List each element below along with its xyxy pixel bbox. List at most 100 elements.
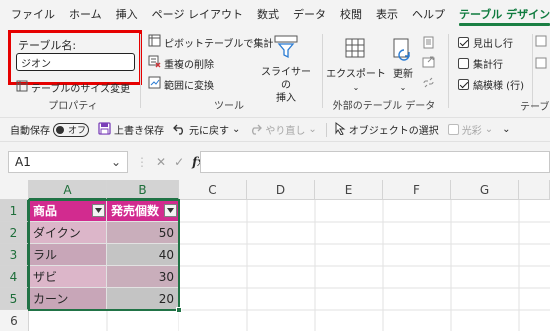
header-row-label: 見出し行 bbox=[473, 39, 513, 50]
tab-table-design[interactable]: テーブル デザイン bbox=[452, 0, 550, 28]
export-chevron-icon: ⌄ bbox=[352, 83, 360, 92]
refresh-label: 更新 bbox=[393, 69, 413, 80]
undo-dropdown-icon[interactable]: ⌄ bbox=[232, 124, 240, 135]
export-button[interactable]: エクスポート ⌄ bbox=[326, 36, 386, 94]
name-box-dropdown-icon[interactable]: ⌄ bbox=[111, 155, 121, 169]
table-cell[interactable]: 40 bbox=[107, 244, 179, 266]
convert-to-range-button[interactable]: 範囲に変換 bbox=[148, 76, 214, 92]
total-row-checkbox[interactable] bbox=[458, 58, 469, 69]
column-header-c[interactable]: C bbox=[179, 180, 247, 200]
table-cell[interactable]: カーン bbox=[29, 288, 107, 310]
redo-dropdown-icon[interactable]: ⌄ bbox=[308, 124, 316, 135]
column-header-h[interactable] bbox=[519, 180, 550, 200]
banded-rows-option[interactable]: 縞模様 (行) bbox=[458, 77, 524, 92]
column-header-g[interactable]: G bbox=[451, 180, 519, 200]
table-cell[interactable]: 20 bbox=[107, 288, 179, 310]
banded-rows-checkbox[interactable] bbox=[458, 79, 469, 90]
tab-file[interactable]: ファイル bbox=[4, 0, 62, 28]
pivot-summary-button[interactable]: ピボットテーブルで集計 bbox=[148, 34, 273, 50]
name-box[interactable]: A1 ⌄ bbox=[8, 151, 128, 173]
tab-data[interactable]: データ bbox=[286, 0, 333, 28]
ribbon-tab-bar: ファイル ホーム 挿入 ページ レイアウト 数式 データ 校閲 表示 ヘルプ テ… bbox=[0, 0, 550, 28]
column-header-a[interactable]: A bbox=[29, 180, 107, 200]
convert-range-label: 範囲に変換 bbox=[164, 80, 214, 92]
row-header-3[interactable]: 3 bbox=[0, 244, 29, 266]
row-header-2[interactable]: 2 bbox=[0, 222, 29, 244]
formula-controls: ⋮ ✕ ✓ fx bbox=[136, 151, 204, 173]
table-cell[interactable]: ラル bbox=[29, 244, 107, 266]
tab-view[interactable]: 表示 bbox=[369, 0, 405, 28]
resize-table-button[interactable]: テーブルのサイズ変更 bbox=[16, 80, 130, 95]
select-all-corner[interactable] bbox=[0, 180, 29, 200]
table-cell[interactable]: ダイクン bbox=[29, 222, 107, 244]
undo-label: 元に戻す bbox=[189, 126, 229, 137]
tab-home[interactable]: ホーム bbox=[62, 0, 109, 28]
insert-slicer-label-line2: 挿入 bbox=[276, 93, 296, 104]
row-header-4[interactable]: 4 bbox=[0, 266, 29, 288]
table-cell[interactable]: 30 bbox=[107, 266, 179, 288]
resize-table-label: テーブルのサイズ変更 bbox=[31, 84, 131, 95]
unlink-icon[interactable] bbox=[422, 76, 438, 96]
tab-page-layout[interactable]: ページ レイアウト bbox=[145, 0, 250, 28]
total-row-option[interactable]: 集計行 bbox=[458, 56, 503, 71]
autosave-toggle[interactable]: オフ bbox=[53, 122, 89, 137]
column-header-e[interactable]: E bbox=[315, 180, 383, 200]
properties-icon[interactable] bbox=[422, 36, 438, 56]
empty-grid-lines bbox=[179, 200, 550, 331]
more-options-icon[interactable] bbox=[534, 34, 548, 77]
filter-dropdown-icon[interactable] bbox=[164, 204, 177, 217]
quick-access-toolbar: 自動保存 オフ 上書き保存 元に戻す ⌄ やり直し ⌄ オブジェクトの選択 光彩… bbox=[0, 118, 550, 142]
tab-insert[interactable]: 挿入 bbox=[109, 0, 145, 28]
row-header-1[interactable]: 1 bbox=[0, 200, 29, 222]
slicer-icon bbox=[273, 34, 299, 64]
pivot-summary-label: ピボットテーブルで集計 bbox=[164, 38, 274, 50]
redo-label: やり直し bbox=[265, 126, 306, 137]
column-header-b[interactable]: B bbox=[107, 180, 179, 200]
save-label: 上書き保存 bbox=[114, 126, 164, 137]
cancel-icon[interactable]: ✕ bbox=[156, 155, 166, 169]
filter-dropdown-icon[interactable] bbox=[92, 204, 105, 217]
gloss-label: 光彩 bbox=[461, 126, 482, 137]
row-header-6[interactable]: 6 bbox=[0, 310, 29, 331]
refresh-button[interactable]: 更新 ⌄ bbox=[386, 36, 420, 94]
column-header-f[interactable]: F bbox=[383, 180, 451, 200]
tab-help[interactable]: ヘルプ bbox=[405, 0, 452, 28]
table-cell[interactable]: ザビ bbox=[29, 266, 107, 288]
remove-duplicates-label: 重複の削除 bbox=[164, 59, 214, 71]
refresh-chevron-icon: ⌄ bbox=[399, 83, 407, 92]
table-name-label: テーブル名: bbox=[18, 39, 77, 52]
table-cell[interactable]: 50 bbox=[107, 222, 179, 244]
tab-formulas[interactable]: 数式 bbox=[250, 0, 286, 28]
confirm-icon[interactable]: ✓ bbox=[174, 155, 184, 169]
formula-input[interactable] bbox=[200, 151, 550, 173]
header-row-option[interactable]: 見出し行 bbox=[458, 35, 513, 50]
worksheet-grid: A B C D E F G 1 2 3 4 5 6 商品 発売個数 ダイクン 5… bbox=[0, 180, 550, 331]
autosave-control[interactable]: 自動保存 オフ bbox=[10, 122, 89, 137]
customize-toolbar-button[interactable]: ⌄ bbox=[502, 124, 510, 135]
empty-row-6-lines bbox=[106, 310, 179, 331]
group-divider bbox=[140, 34, 141, 108]
header-row-checkbox[interactable] bbox=[458, 37, 469, 48]
undo-button[interactable]: 元に戻す ⌄ bbox=[173, 122, 240, 138]
redo-button[interactable]: やり直し ⌄ bbox=[249, 122, 317, 138]
gloss-button[interactable]: 光彩 ⌄ bbox=[447, 122, 493, 137]
properties-group-label: プロパティ bbox=[48, 101, 98, 112]
row-header-5[interactable]: 5 bbox=[0, 288, 29, 310]
group-divider bbox=[322, 34, 323, 108]
table-name-input[interactable] bbox=[16, 53, 135, 71]
select-objects-button[interactable]: オブジェクトの選択 bbox=[335, 121, 439, 138]
remove-duplicates-button[interactable]: 重複の削除 bbox=[148, 55, 214, 71]
insert-slicer-label-line1: スライサーの bbox=[261, 67, 311, 91]
gloss-dropdown-icon[interactable]: ⌄ bbox=[485, 124, 493, 135]
fill-handle[interactable] bbox=[176, 307, 182, 313]
column-header-d[interactable]: D bbox=[247, 180, 315, 200]
convert-range-icon bbox=[148, 76, 161, 92]
save-button[interactable]: 上書き保存 bbox=[98, 121, 164, 138]
insert-slicer-button[interactable]: スライサーの 挿入 bbox=[258, 34, 314, 105]
group-divider bbox=[448, 34, 449, 108]
open-browser-icon[interactable] bbox=[422, 56, 438, 76]
customize-chevron-icon: ⌄ bbox=[502, 124, 511, 135]
external-small-buttons bbox=[422, 36, 438, 96]
tab-review[interactable]: 校閲 bbox=[333, 0, 369, 28]
formula-separator-icon: ⋮ bbox=[136, 155, 148, 169]
